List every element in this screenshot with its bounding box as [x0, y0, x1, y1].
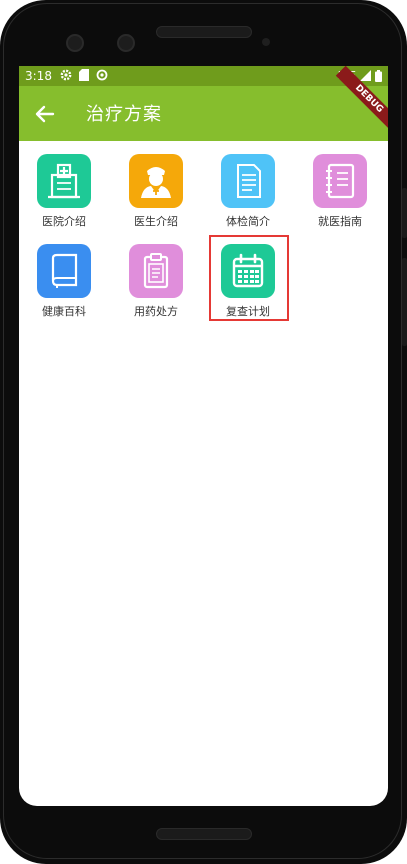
hospital-icon: [48, 163, 80, 199]
power-button: [402, 188, 407, 238]
battery-icon: [375, 69, 382, 82]
menu-label: 医院介绍: [42, 215, 86, 228]
status-bar: 3:18 LTE: [19, 66, 388, 86]
volume-button: [402, 258, 407, 346]
menu-tile: [129, 154, 183, 208]
menu-item-prescription[interactable]: 用药处方: [121, 244, 191, 324]
signal-icon: [360, 70, 371, 81]
data-saver-icon: [96, 69, 108, 81]
status-time: 3:18: [25, 69, 52, 83]
menu-item-doctor-intro[interactable]: 医生介绍: [121, 154, 191, 234]
bottom-speaker: [156, 828, 252, 840]
menu-tile: [313, 154, 367, 208]
page-title: 治疗方案: [86, 104, 162, 125]
document-icon: [237, 164, 261, 198]
front-camera: [66, 34, 84, 52]
app-screen: 3:18 LTE: [19, 66, 388, 806]
menu-label: 体检简介: [226, 215, 270, 228]
menu-item-hospital-intro[interactable]: 医院介绍: [29, 154, 99, 234]
notebook-icon: [326, 163, 355, 199]
menu-item-health-encyclopedia[interactable]: 健康百科: [29, 244, 99, 324]
menu-tile: [129, 244, 183, 298]
prescription-icon: [143, 253, 169, 289]
menu-label: 就医指南: [318, 215, 362, 228]
doctor-icon: [141, 167, 171, 198]
app-bar: 治疗方案 DEBUG: [19, 66, 388, 141]
menu-label: 健康百科: [42, 305, 86, 318]
menu-item-checkup-intro[interactable]: 体检简介: [213, 154, 283, 234]
menu-label: 医生介绍: [134, 215, 178, 228]
menu-label: 用药处方: [134, 305, 178, 318]
selection-highlight: [209, 235, 289, 321]
front-camera-secondary: [117, 34, 135, 52]
menu-tile: [37, 244, 91, 298]
menu-tile: [37, 154, 91, 208]
top-speaker: [156, 26, 252, 38]
menu-item-medical-guide[interactable]: 就医指南: [305, 154, 375, 234]
settings-icon: [60, 69, 72, 81]
back-arrow-icon[interactable]: [33, 102, 57, 126]
proximity-sensor: [262, 38, 270, 46]
book-icon: [51, 253, 78, 288]
phone-frame: 3:18 LTE: [0, 0, 407, 864]
menu-tile: [221, 154, 275, 208]
sim-card-icon: [79, 69, 89, 81]
